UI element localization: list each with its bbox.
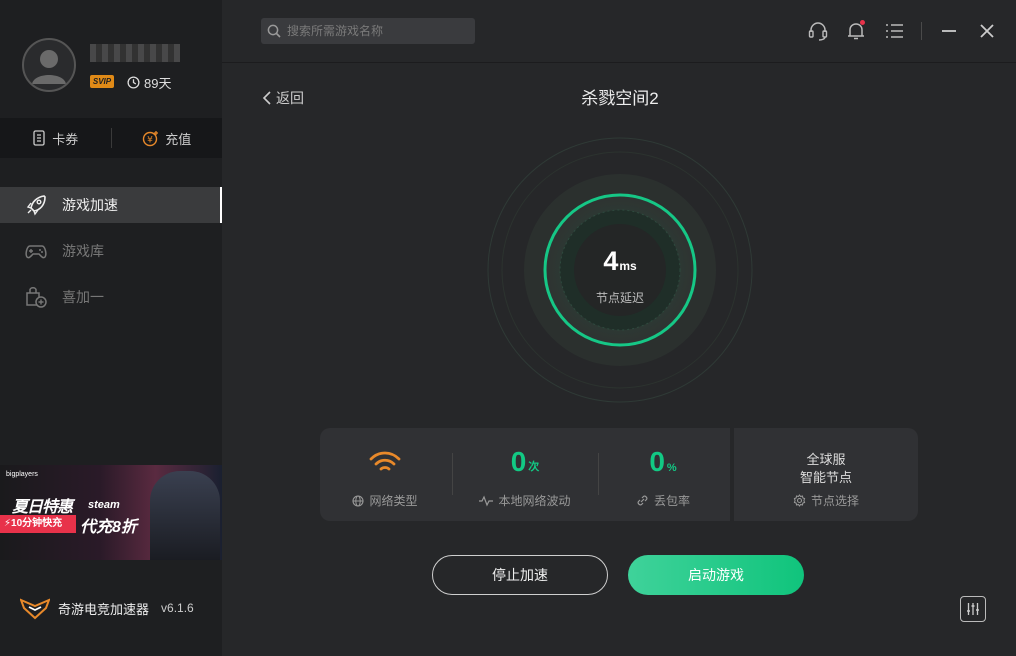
sliders-icon bbox=[967, 603, 979, 615]
node-select-button[interactable]: 节点选择 bbox=[734, 492, 918, 509]
stat-label-text: 本地网络波动 bbox=[498, 494, 571, 508]
launch-game-button[interactable]: 启动游戏 bbox=[628, 555, 804, 595]
back-button[interactable]: 返回 bbox=[262, 88, 304, 108]
coupon-icon bbox=[33, 130, 45, 146]
promo-banner[interactable]: bigplayers 夏日特惠 steam 代充8折 ⚡10分钟快充 bbox=[0, 465, 222, 560]
app-version: v6.1.6 bbox=[161, 601, 194, 615]
close-button[interactable] bbox=[976, 20, 998, 42]
stop-boost-button[interactable]: 停止加速 bbox=[432, 555, 608, 595]
clock-icon bbox=[127, 76, 140, 89]
stat-network-fluctuation: 0 次 本地网络波动 bbox=[452, 428, 598, 521]
banner-brand: bigplayers bbox=[6, 471, 38, 478]
link-icon bbox=[637, 495, 648, 506]
node-mode: 智能节点 bbox=[799, 470, 852, 485]
headset-icon bbox=[808, 22, 828, 41]
coupon-label: 卡券 bbox=[52, 131, 79, 147]
fluctuation-unit: 次 bbox=[528, 461, 540, 473]
recharge-label: 充值 bbox=[165, 131, 192, 147]
nav-item-label: 喜加一 bbox=[62, 289, 104, 305]
coin-icon: ¥ bbox=[143, 130, 159, 146]
banner-steam: steam bbox=[88, 499, 120, 511]
notification-button[interactable] bbox=[845, 20, 867, 42]
minimize-button[interactable] bbox=[938, 20, 960, 42]
nav-item-label: 游戏库 bbox=[62, 243, 104, 259]
gear-icon bbox=[793, 494, 806, 507]
nav-item-game-library[interactable]: 游戏库 bbox=[0, 233, 222, 269]
node-select-label: 节点选择 bbox=[810, 494, 859, 508]
stat-label: 网络类型 bbox=[320, 492, 450, 509]
rocket-icon bbox=[26, 195, 46, 216]
settings-sliders-button[interactable] bbox=[960, 596, 986, 622]
vip-days-text: 89天 bbox=[144, 76, 172, 91]
top-bar bbox=[222, 0, 1016, 63]
stat-label: 丢包率 bbox=[598, 492, 728, 509]
stat-network-type: 网络类型 bbox=[320, 428, 450, 521]
app-name: 奇游电竞加速器 bbox=[58, 601, 150, 617]
banner-tag: ⚡10分钟快充 bbox=[0, 515, 76, 533]
user-icon bbox=[32, 50, 66, 84]
stat-label: 本地网络波动 bbox=[452, 492, 598, 509]
network-stats-panel: 网络类型 0 次 本地网络波动 0 % 丢包率 bbox=[320, 428, 730, 521]
notification-dot bbox=[860, 20, 865, 25]
pulse-icon bbox=[479, 495, 494, 506]
stat-value bbox=[320, 446, 450, 476]
window-controls bbox=[807, 20, 998, 42]
list-menu-icon bbox=[886, 24, 903, 38]
ping-readout: 4ms bbox=[570, 246, 670, 277]
banner-character-image bbox=[150, 471, 220, 560]
nav-item-game-boost[interactable]: 游戏加速 bbox=[0, 187, 222, 223]
wifi-icon bbox=[369, 451, 401, 471]
search-icon bbox=[267, 24, 281, 38]
ping-value: 4 bbox=[603, 246, 619, 276]
support-button[interactable] bbox=[807, 20, 829, 42]
avatar[interactable] bbox=[22, 38, 76, 92]
stat-label-text: 网络类型 bbox=[369, 494, 418, 508]
banner-discount: 代充8折 bbox=[80, 519, 137, 536]
search-input[interactable] bbox=[287, 24, 457, 38]
vip-days: 89天 bbox=[127, 73, 171, 92]
stat-value: 0 % bbox=[598, 446, 728, 476]
gamepad-icon bbox=[25, 245, 47, 259]
svg-text:¥: ¥ bbox=[147, 135, 153, 145]
close-icon bbox=[980, 24, 994, 38]
username-masked bbox=[90, 44, 180, 62]
stat-value: 0 次 bbox=[452, 446, 598, 476]
app-brand: 奇游电竞加速器 v6.1.6 bbox=[20, 596, 194, 620]
node-name: 全球服 智能节点 bbox=[734, 451, 918, 487]
nav-item-free-games[interactable]: 喜加一 bbox=[0, 279, 222, 315]
banner-headline: 夏日特惠 bbox=[12, 499, 73, 516]
game-title: 杀戮空间2 bbox=[581, 89, 659, 108]
nav-item-label: 游戏加速 bbox=[62, 197, 118, 213]
wallet-bar: 卡券 ¥ 充值 bbox=[0, 118, 222, 158]
gift-bag-icon bbox=[26, 287, 47, 308]
chevron-left-icon bbox=[262, 91, 271, 105]
minimize-icon bbox=[942, 30, 956, 32]
stat-label-text: 丢包率 bbox=[653, 494, 690, 508]
loss-value: 0 bbox=[649, 446, 665, 477]
stat-packet-loss: 0 % 丢包率 bbox=[598, 428, 728, 521]
app-logo-icon bbox=[20, 598, 50, 620]
profile-panel: SVIP 89天 bbox=[0, 0, 222, 118]
globe-icon bbox=[352, 494, 365, 507]
ping-label: 节点延迟 bbox=[595, 291, 644, 305]
sidebar-nav: 游戏加速 游戏库 喜加一 bbox=[0, 187, 222, 325]
node-region: 全球服 bbox=[806, 452, 846, 467]
fluctuation-value: 0 bbox=[510, 446, 527, 477]
toolbar-divider bbox=[921, 22, 922, 40]
menu-button[interactable] bbox=[883, 20, 905, 42]
recharge-button[interactable]: ¥ 充值 bbox=[112, 129, 223, 148]
back-label: 返回 bbox=[276, 90, 304, 106]
ping-unit: ms bbox=[619, 259, 637, 273]
loss-unit: % bbox=[666, 462, 677, 474]
search-box[interactable] bbox=[261, 18, 475, 44]
coupon-button[interactable]: 卡券 bbox=[0, 129, 111, 148]
svip-badge: SVIP bbox=[90, 75, 114, 88]
sidebar: SVIP 89天 卡券 ¥ 充值 游戏加速 游戏库 喜加一 bigplayers… bbox=[0, 0, 222, 656]
